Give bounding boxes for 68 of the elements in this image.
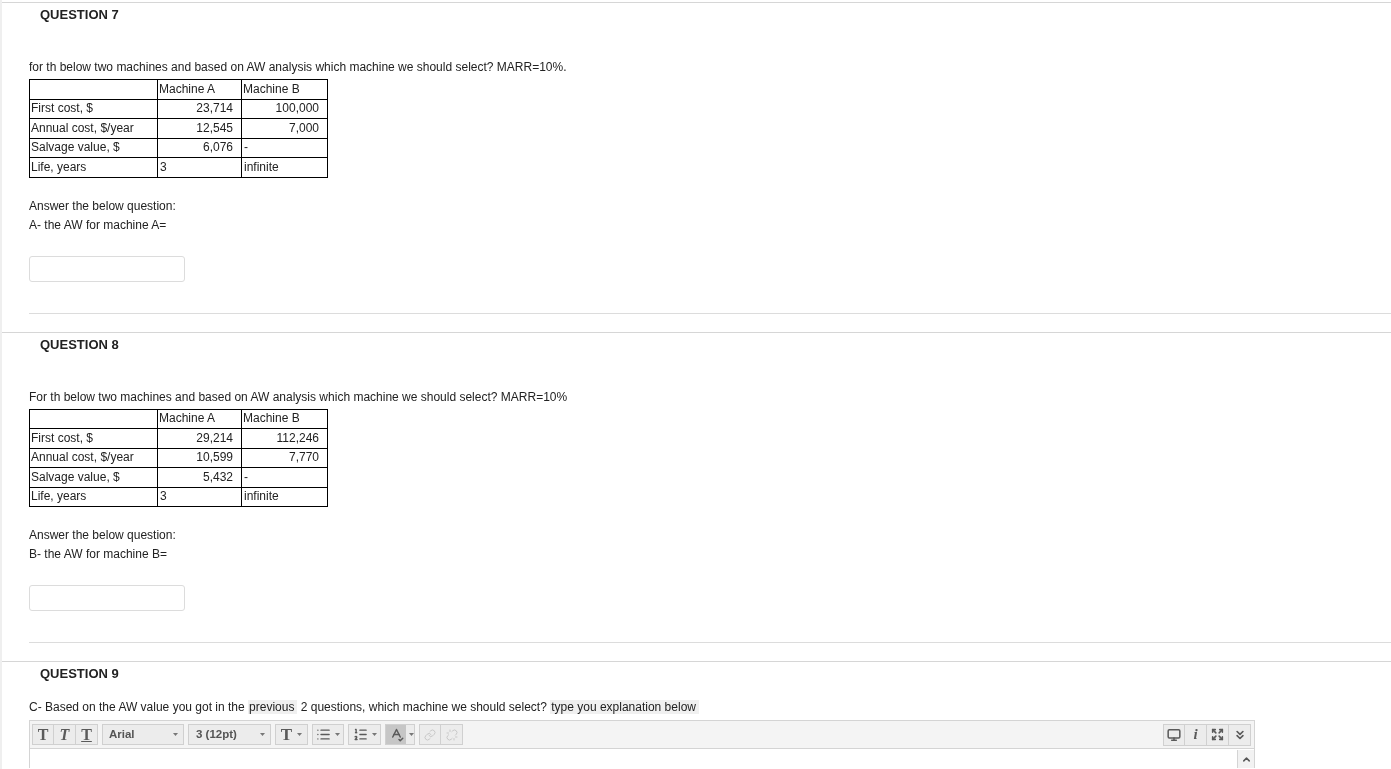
table-cell: 6,076 xyxy=(157,138,242,158)
column-header: Machine A xyxy=(157,409,242,429)
caret-icon xyxy=(173,733,178,736)
table-cell: 7,770 xyxy=(241,448,328,468)
question-heading: QUESTION 7 xyxy=(40,7,119,23)
table-cell: infinite xyxy=(241,487,328,507)
bullet-list-icon xyxy=(316,727,331,742)
numbered-list-button[interactable] xyxy=(348,724,381,745)
table-cell: 112,246 xyxy=(241,428,328,448)
row-header: First cost, $ xyxy=(29,428,158,448)
table-cell: 29,214 xyxy=(157,428,242,448)
row-header: Life, years xyxy=(29,157,158,177)
answer-field[interactable] xyxy=(29,585,185,611)
more-button[interactable] xyxy=(1229,723,1251,746)
sub-question-text: B- the AW for machine B= xyxy=(29,546,167,563)
table-cell: infinite xyxy=(241,157,328,177)
table-cell: - xyxy=(241,138,328,158)
column-header: Machine B xyxy=(241,409,328,429)
question-text: for th below two machines and based on AW analysis which machine we should select? MARR=10%. xyxy=(29,59,567,75)
caret-icon xyxy=(371,733,377,736)
caret-icon xyxy=(409,733,414,736)
italic-button[interactable]: T xyxy=(54,724,76,745)
editor-field[interactable] xyxy=(29,749,1255,768)
unlink-icon xyxy=(445,728,458,741)
table-cell: 3 xyxy=(157,487,242,507)
question-text: For th below two machines and based on AW analysis which machine we should select? MARR=10% xyxy=(29,388,568,405)
caret-icon xyxy=(297,733,303,736)
monitor-icon xyxy=(1167,727,1181,742)
fullscreen-icon xyxy=(1211,728,1224,741)
link-icon xyxy=(424,728,436,741)
row-header: First cost, $ xyxy=(29,99,158,119)
table-cell: 3 xyxy=(157,157,242,177)
table-cell: 5,432 xyxy=(157,467,242,487)
column-header: Machine A xyxy=(157,79,242,99)
sub-question-text: A- the AW for machine A= xyxy=(29,216,167,234)
collapse-button[interactable] xyxy=(1237,750,1254,768)
question-text: C- Based on the AW value you got in the previous 2 questions, which machine we should select? type you explanation below xyxy=(29,700,699,714)
row-header: Annual cost, $/year xyxy=(29,448,158,468)
font-dropdown[interactable]: Arial xyxy=(102,724,184,745)
caret-icon xyxy=(335,733,340,736)
info-button[interactable]: i xyxy=(1185,723,1207,746)
spellcheck-button[interactable] xyxy=(385,724,415,745)
numbered-list-icon xyxy=(352,727,368,742)
table-cell: 10,599 xyxy=(157,448,242,468)
row-header: Salvage value, $ xyxy=(29,467,158,487)
spellcheck-icon xyxy=(386,725,406,744)
question-heading: QUESTION 9 xyxy=(40,666,119,682)
caret-icon xyxy=(260,733,265,736)
bold-button[interactable]: T xyxy=(32,724,54,745)
instruction-text: Answer the below question: xyxy=(29,527,176,544)
answer-field[interactable] xyxy=(29,255,185,282)
underline-button[interactable]: T xyxy=(76,724,98,745)
table-cell: 7,000 xyxy=(241,118,328,138)
table-cell: 12,545 xyxy=(157,118,242,138)
row-header: Salvage value, $ xyxy=(29,138,158,158)
column-header: Machine B xyxy=(241,79,328,99)
table-cell: 23,714 xyxy=(157,99,242,119)
fullscreen-button[interactable] xyxy=(1207,723,1229,746)
question-heading: QUESTION 8 xyxy=(40,336,119,353)
table-cell: - xyxy=(241,467,328,487)
table-cell: 100,000 xyxy=(241,99,328,119)
row-header: Annual cost, $/year xyxy=(29,118,158,138)
bullet-list-button[interactable] xyxy=(312,724,344,745)
instruction-text: Answer the below question: xyxy=(29,197,176,215)
font-size-dropdown[interactable]: 3 (12pt) xyxy=(188,724,271,745)
text-color-button[interactable]: T xyxy=(275,724,308,745)
preview-button[interactable] xyxy=(1163,723,1185,746)
row-header: Life, years xyxy=(29,487,158,507)
